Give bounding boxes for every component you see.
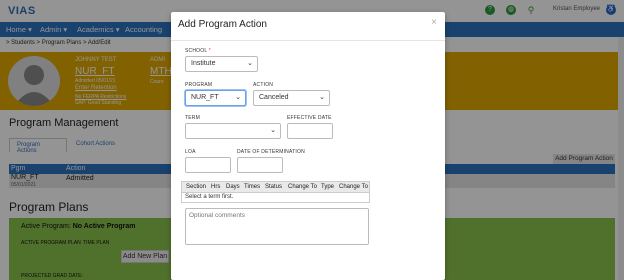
dialog-divider — [171, 40, 445, 41]
school-label-text: SCHOOL — [185, 48, 208, 54]
chevron-down-icon: ⌄ — [235, 94, 241, 101]
close-icon[interactable]: × — [431, 17, 437, 28]
term-label: TERM — [185, 115, 200, 121]
effective-date-input[interactable] — [287, 123, 333, 139]
school-select-value: Institute — [191, 60, 216, 67]
col-times: Times — [244, 184, 261, 190]
col-type: Type — [321, 184, 335, 190]
effective-date-label: EFFECTIVE DATE — [287, 115, 332, 121]
col-hrs: Hrs — [211, 184, 221, 190]
schedule-message: Select a term first. — [181, 193, 370, 203]
col-status: Status — [265, 184, 283, 190]
program-label: PROGRAM — [185, 82, 213, 88]
school-select[interactable]: Institute ⌄ — [185, 56, 258, 72]
schedule-table: Section Hrs Days Times Status Change To … — [181, 181, 370, 203]
determination-date-input[interactable] — [237, 157, 283, 173]
school-label: SCHOOL * — [185, 48, 211, 54]
determination-date-label: DATE OF DETERMINATION — [237, 149, 305, 155]
action-select[interactable]: Canceled ⌄ — [253, 90, 330, 106]
dialog-title: Add Program Action — [178, 19, 267, 30]
col-days: Days — [226, 184, 240, 190]
action-label: ACTION — [253, 82, 274, 88]
action-select-value: Canceled — [259, 94, 289, 101]
schedule-header: Section Hrs Days Times Status Change To … — [181, 181, 370, 193]
loa-input[interactable] — [185, 157, 231, 173]
comments-textarea[interactable] — [185, 208, 369, 245]
term-select[interactable]: ⌄ — [185, 123, 281, 139]
col-change-to: Change To — [288, 184, 317, 190]
chevron-down-icon: ⌄ — [270, 127, 276, 134]
program-select[interactable]: NUR_FT ⌄ — [185, 90, 246, 106]
add-program-action-dialog: Add Program Action × SCHOOL * Institute … — [171, 12, 445, 280]
program-select-value: NUR_FT — [191, 94, 219, 101]
chevron-down-icon: ⌄ — [319, 94, 325, 101]
loa-label: LOA — [185, 149, 196, 155]
col-change-to-2: Change To — [339, 184, 368, 190]
required-marker: * — [208, 48, 211, 54]
col-section: Section — [186, 184, 207, 190]
chevron-down-icon: ⌄ — [247, 60, 253, 67]
